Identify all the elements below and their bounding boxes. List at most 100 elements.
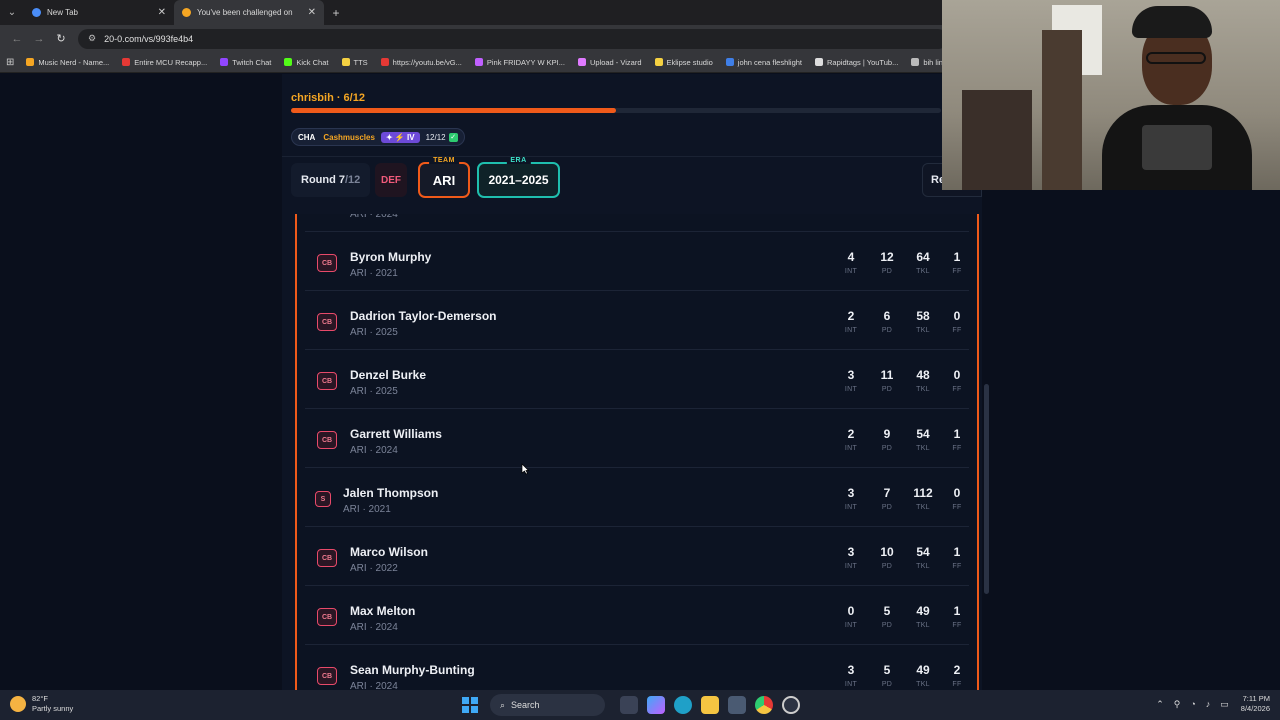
- stat-value: 1: [953, 545, 961, 559]
- stat-value: 6: [883, 309, 891, 323]
- tab-challenge[interactable]: You've been challenged on ✕: [174, 0, 324, 25]
- copilot-icon[interactable]: [646, 696, 665, 714]
- site-info-icon[interactable]: ⚙: [88, 33, 96, 44]
- stat-pd: 5 PD: [867, 604, 907, 629]
- edge-icon[interactable]: [673, 696, 692, 714]
- chrome-icon[interactable]: [754, 696, 773, 714]
- search-label: Search: [511, 700, 540, 710]
- stat-label: FF: [952, 563, 962, 570]
- player-row[interactable]: CB Max Melton ARI · 2024 0 INT 5 PD 49 TKL 1 FF: [305, 592, 969, 645]
- stat-value: 11: [880, 368, 894, 382]
- scrollbar-thumb[interactable]: [984, 384, 989, 594]
- position-badge: CB: [317, 667, 337, 685]
- search-icon: ⌕: [500, 699, 506, 710]
- player-row[interactable]: S Jalen Thompson ARI · 2021 3 INT 7 PD 112 TKL 0 F…: [305, 474, 969, 527]
- stat-value: 2: [847, 427, 855, 441]
- temperature: 82°F: [32, 694, 48, 703]
- weather-sun-icon: [10, 696, 26, 712]
- player-team-year: ARI · 2021: [343, 504, 391, 515]
- challenger-name[interactable]: Cashmuscles: [323, 133, 375, 142]
- player-team-year: ARI · 2024: [350, 681, 398, 690]
- new-tab-button[interactable]: +: [324, 0, 348, 25]
- bookmark[interactable]: Kick Chat: [284, 57, 329, 67]
- webcam-door: [1042, 30, 1082, 190]
- position-badge: CB: [317, 372, 337, 390]
- store-icon[interactable]: [727, 696, 746, 714]
- stat-label: INT: [844, 386, 858, 393]
- stat-label: INT: [844, 681, 858, 688]
- close-icon[interactable]: ✕: [308, 7, 316, 18]
- stat-value: 2: [847, 309, 855, 323]
- stat-value: 10: [880, 545, 894, 559]
- bookmark[interactable]: Pink FRIDAYY W KPI...: [474, 58, 565, 67]
- mouse-cursor-icon: [521, 463, 529, 475]
- progress-bar: [291, 108, 941, 113]
- player-row[interactable]: CB Denzel Burke ARI · 2025 3 INT 11 PD 48 TKL 0 FF: [305, 356, 969, 409]
- player-team-year: ARI · 2024: [350, 622, 398, 633]
- bookmark-label: Kick Chat: [296, 57, 329, 67]
- era-filter[interactable]: ERA 2021–2025: [477, 157, 560, 198]
- back-icon[interactable]: ←: [6, 33, 28, 45]
- progress-fill: [291, 108, 616, 113]
- reload-icon[interactable]: ↻: [50, 32, 72, 45]
- webcam-overlay: [942, 0, 1280, 190]
- player-name: Dadrion Taylor-Demerson: [350, 309, 497, 323]
- taskbar-search[interactable]: ⌕ Search: [490, 694, 605, 716]
- player-row[interactable]: CB Sean Murphy-Bunting ARI · 2024 3 INT 5 PD 49…: [305, 651, 969, 690]
- bookmark-label: Entire MCU Recapp...: [134, 57, 208, 67]
- forward-icon[interactable]: →: [28, 33, 50, 45]
- stat-label: FF: [952, 622, 962, 629]
- stat-value: 5: [883, 663, 891, 677]
- tab-search-icon[interactable]: ⌄: [0, 0, 24, 25]
- team-filter[interactable]: TEAM ARI: [418, 157, 470, 198]
- tab-new-tab[interactable]: New Tab ✕: [24, 0, 174, 25]
- bookmark[interactable]: john cena fleshlight: [725, 57, 803, 67]
- stat-value: 1: [953, 604, 961, 618]
- player-row[interactable]: CB Marco Wilson ARI · 2022 3 INT 10 PD 54 TKL 1 FF: [305, 533, 969, 586]
- stat-pd: 10 PD: [867, 545, 907, 570]
- stat-pd: 6 PD: [867, 309, 907, 334]
- stat-int: 4 INT: [831, 250, 871, 275]
- stat-int: 0 INT: [831, 604, 871, 629]
- bookmark[interactable]: Music Nerd - Name...: [26, 58, 109, 67]
- clock[interactable]: 7:11 PM 8/4/2026: [1241, 694, 1270, 714]
- player-row[interactable]: CB Garrett Williams ARI · 2024 2 INT 9 PD 54 TKL…: [305, 415, 969, 468]
- bookmark-label: john cena fleshlight: [737, 57, 803, 67]
- bookmark[interactable]: Entire MCU Recapp...: [122, 58, 207, 67]
- stat-int: 3 INT: [831, 545, 871, 570]
- bookmark[interactable]: https://youtu.be/vG...: [380, 58, 462, 67]
- location-icon[interactable]: ⚲: [1174, 699, 1181, 710]
- chevron-up-icon[interactable]: ⌃: [1156, 699, 1164, 710]
- player-name: Sean Murphy-Bunting: [350, 663, 475, 677]
- bookmark[interactable]: Upload - Vizard: [577, 58, 642, 67]
- windows-start-icon[interactable]: [462, 697, 478, 713]
- stat-value: 3: [847, 486, 855, 500]
- battery-icon[interactable]: ▭: [1220, 699, 1229, 710]
- volume-icon[interactable]: ♪: [1206, 699, 1211, 709]
- wifi-icon[interactable]: ◔: [1190, 699, 1195, 709]
- webcam-person-cap: [1132, 6, 1212, 38]
- bookmark-icon: [725, 58, 734, 66]
- weather-widget[interactable]: 82°F Partly sunny: [10, 694, 73, 714]
- task-view-icon[interactable]: [619, 696, 638, 714]
- bookmark[interactable]: Twitch Chat: [220, 58, 271, 67]
- bookmark[interactable]: TTS: [341, 58, 368, 67]
- position-badge: DEF: [375, 163, 407, 197]
- bookmark[interactable]: Rapidtags | YouTub...: [815, 58, 898, 67]
- app-icon[interactable]: [781, 696, 800, 714]
- stat-pd: 5 PD: [867, 663, 907, 688]
- player-row[interactable]: CBARI · 2024INTPDTKLFF: [305, 214, 969, 232]
- address-bar[interactable]: ⚙ 20-0.com/vs/993fe4b4: [78, 28, 948, 49]
- stat-label: FF: [952, 445, 962, 452]
- apps-grid-icon[interactable]: ⊞: [6, 57, 14, 68]
- player-row[interactable]: CB Byron Murphy ARI · 2021 4 INT 12 PD 64 TKL 1 FF: [305, 238, 969, 291]
- bookmark[interactable]: Eklipse studio: [654, 58, 713, 67]
- stat-label: FF: [952, 327, 962, 334]
- player-row[interactable]: CB Dadrion Taylor-Demerson ARI · 2025 2 INT 6…: [305, 297, 969, 350]
- close-icon[interactable]: ✕: [158, 7, 166, 18]
- stat-label: FF: [952, 681, 962, 688]
- divider: [282, 156, 982, 157]
- rank-text: IV: [407, 132, 415, 142]
- stat-ff: 1 FF: [937, 604, 977, 629]
- file-explorer-icon[interactable]: [700, 696, 719, 714]
